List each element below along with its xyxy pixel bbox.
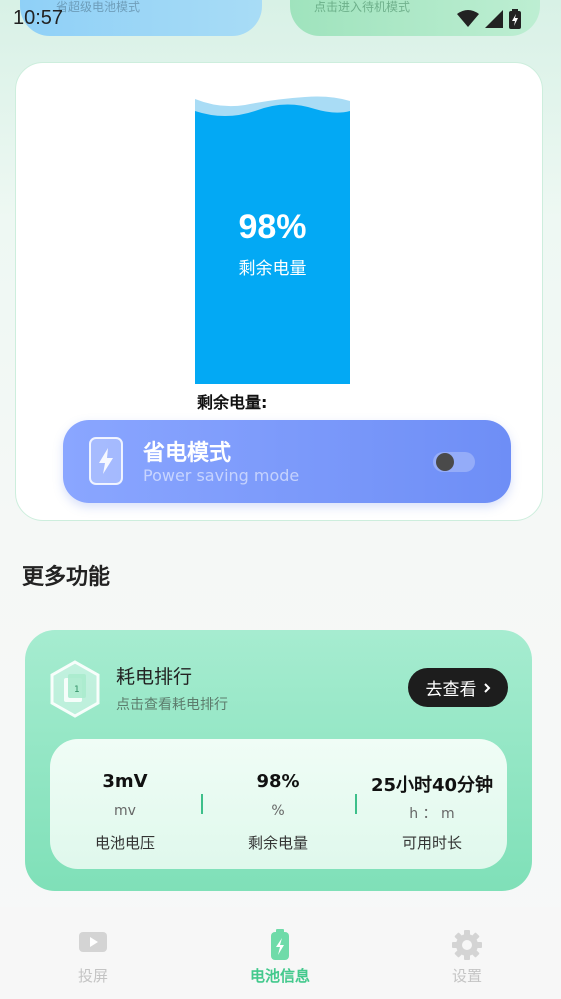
battery-percent: 98% bbox=[238, 208, 307, 246]
stat-value: 98% bbox=[256, 771, 300, 792]
nav-label-settings: 设置 bbox=[451, 967, 482, 985]
battery-level-visual: 98% 剩余电量 bbox=[195, 95, 350, 384]
remaining-charge-label: 剩余电量: bbox=[197, 393, 268, 412]
stat-unit: % bbox=[271, 803, 285, 819]
battery-info-screen: 省超级电池模式 点击进入待机模式 10:57 98% 剩余电量 剩余电量: 省电… bbox=[0, 0, 561, 999]
view-ranking-button[interactable]: 去查看 bbox=[408, 668, 508, 707]
battery-status-card: 98% 剩余电量 剩余电量: 省电模式 Power saving mode bbox=[15, 62, 543, 521]
battery-wave bbox=[195, 95, 350, 125]
stat-value: 3mV bbox=[102, 771, 148, 792]
view-ranking-label: 去查看 bbox=[425, 680, 477, 700]
stat-label: 可用时长 bbox=[401, 834, 462, 852]
power-saving-mode-panel[interactable]: 省电模式 Power saving mode bbox=[63, 420, 511, 503]
battery-icon bbox=[271, 929, 289, 960]
power-ranking-subtitle: 点击查看耗电排行 bbox=[116, 697, 228, 713]
bottom-navigation: 投屏 电池信息 设置 bbox=[0, 907, 561, 999]
status-battery-icon bbox=[509, 9, 521, 29]
chevron-right-icon bbox=[483, 682, 490, 693]
nav-label-battery-info: 电池信息 bbox=[249, 967, 310, 985]
more-features-title: 更多功能 bbox=[22, 565, 111, 590]
nav-icon-wrap bbox=[220, 929, 340, 961]
power-saving-title: 省电模式 bbox=[143, 441, 232, 466]
nav-item-settings[interactable]: 设置 bbox=[407, 907, 527, 999]
toggle-knob bbox=[436, 453, 454, 471]
power-ranking-title: 耗电排行 bbox=[116, 666, 193, 688]
stat-voltage: 3mV mv 电池电压 bbox=[50, 739, 200, 869]
stat-label: 剩余电量 bbox=[247, 834, 308, 852]
stat-label: 电池电压 bbox=[94, 834, 155, 852]
stat-available-time: 25小时40分钟 h ： m 可用时长 bbox=[357, 739, 507, 869]
power-saving-toggle[interactable] bbox=[433, 452, 475, 472]
svg-text:1: 1 bbox=[74, 685, 80, 695]
stat-unit: h ： m bbox=[409, 806, 455, 822]
power-saving-subtitle: Power saving mode bbox=[143, 466, 300, 485]
nav-item-battery-info[interactable]: 电池信息 bbox=[220, 907, 340, 999]
ranking-hexagon-icon: 1 bbox=[50, 660, 100, 718]
status-time: 10:57 bbox=[13, 7, 64, 29]
stat-unit: mv bbox=[114, 803, 136, 819]
nav-icon-wrap bbox=[33, 929, 153, 955]
play-screen-icon bbox=[79, 932, 107, 952]
nav-item-screen-cast[interactable]: 投屏 bbox=[33, 907, 153, 999]
battery-percent-label: 剩余电量 bbox=[238, 259, 307, 279]
cell-signal-icon bbox=[485, 10, 503, 28]
wifi-icon bbox=[457, 10, 479, 27]
status-icons bbox=[457, 9, 521, 29]
status-bar: 10:57 bbox=[0, 0, 561, 38]
battery-stats-panel: 3mV mv 电池电压 98% % 剩余电量 25小时40分钟 h ： m 可用… bbox=[50, 739, 507, 869]
power-ranking-card: 1 耗电排行 点击查看耗电排行 去查看 3mV mv 电池电压 98% % 剩余… bbox=[25, 630, 532, 891]
stat-remaining: 98% % 剩余电量 bbox=[203, 739, 353, 869]
nav-icon-wrap bbox=[407, 929, 527, 961]
gear-icon bbox=[452, 930, 482, 960]
phone-charge-icon bbox=[89, 437, 123, 485]
nav-label-screen-cast: 投屏 bbox=[77, 967, 108, 985]
stat-value: 25小时40分钟 bbox=[370, 775, 494, 796]
